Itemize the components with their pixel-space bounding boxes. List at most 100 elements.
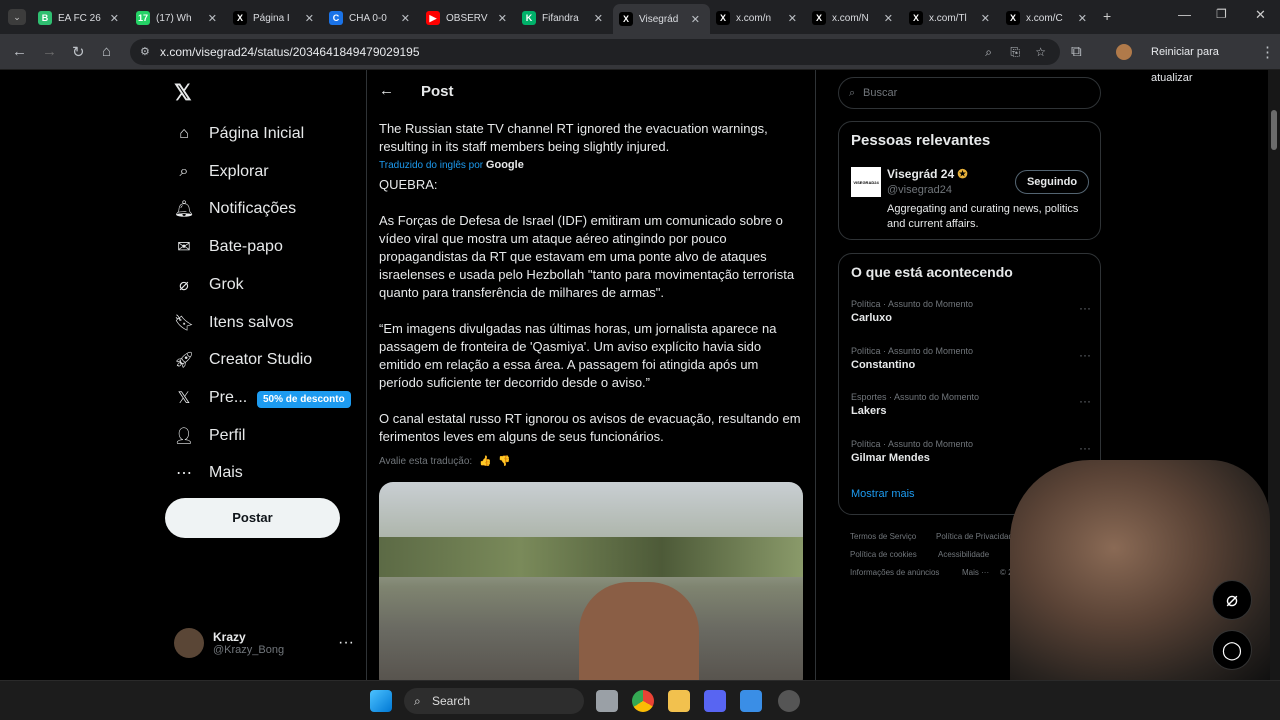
x-logo-icon: 𝕏 xyxy=(177,389,191,407)
video-reporter xyxy=(579,582,699,680)
following-button[interactable]: Seguindo xyxy=(1015,170,1089,194)
install-icon[interactable]: ⎘ xyxy=(1010,39,1020,65)
post-button[interactable]: Postar xyxy=(165,498,340,538)
tab-favicon-icon: 17 xyxy=(136,11,150,25)
sidebar-item-9[interactable]: ⋯ Mais xyxy=(174,463,243,483)
more-link[interactable]: Mais ··· xyxy=(962,568,989,577)
search-input[interactable]: ⌕ Buscar xyxy=(838,77,1101,109)
forward-button[interactable]: → xyxy=(42,43,57,60)
scrollbar-thumb[interactable] xyxy=(1271,110,1277,150)
tab-close-icon[interactable]: ✕ xyxy=(401,12,410,25)
tab-close-icon[interactable]: ✕ xyxy=(981,12,990,25)
start-icon[interactable] xyxy=(370,690,392,712)
tab[interactable]: Xx.com/C ✕ xyxy=(1000,4,1097,32)
sidebar-item-6[interactable]: 🚀︎ Creator Studio xyxy=(174,350,312,370)
tab-close-icon[interactable]: ✕ xyxy=(884,12,893,25)
file-explorer-icon[interactable] xyxy=(668,690,690,712)
account-switcher[interactable]: Krazy @Krazy_Bong ··· xyxy=(174,628,354,658)
home-button[interactable]: ⌂ xyxy=(102,43,111,60)
tab[interactable]: Xx.com/Tl ✕ xyxy=(903,4,1000,32)
tab[interactable]: X Página I ✕ xyxy=(227,4,324,32)
trend-item[interactable]: Esportes · Assunto do Momento Lakers ··· xyxy=(851,392,1091,417)
restart-to-update-button[interactable]: Reiniciar para atualizar xyxy=(1145,39,1257,84)
more-dots-icon[interactable]: ··· xyxy=(338,634,354,652)
tab-close-icon[interactable]: ✕ xyxy=(594,12,603,25)
tab-favicon-icon: X xyxy=(716,11,730,25)
trend-more-icon[interactable]: ··· xyxy=(1079,301,1091,315)
tab-search-button[interactable]: ⌄ xyxy=(8,9,26,25)
back-button[interactable]: ← xyxy=(12,43,27,60)
trend-more-icon[interactable]: ··· xyxy=(1079,441,1091,455)
sidebar-item-8[interactable]: 👤︎ Perfil xyxy=(174,426,246,446)
tab[interactable]: B EA FC 26 ✕ xyxy=(32,4,129,32)
chrome-icon[interactable] xyxy=(632,690,654,712)
restore-button[interactable]: ❐ xyxy=(1216,7,1227,21)
translation-credit[interactable]: Traduzido do inglês por Google xyxy=(379,159,524,171)
tab[interactable]: K Fifandra ✕ xyxy=(516,4,613,32)
avatar xyxy=(174,628,204,658)
close-window-button[interactable]: ✕ xyxy=(1255,7,1266,23)
tab[interactable]: ▶ OBSERV ✕ xyxy=(420,4,517,32)
chat-float-icon[interactable]: ◯ xyxy=(1212,630,1252,670)
sidebar-item-7[interactable]: 𝕏 Pre... xyxy=(174,388,248,408)
mail-icon: ✉ xyxy=(177,239,191,257)
post-video[interactable] xyxy=(379,482,803,680)
new-tab-button[interactable]: + xyxy=(1103,8,1111,24)
sidebar-item-2[interactable]: 🔔︎ Notificações xyxy=(174,199,296,219)
bookmark-star-icon[interactable]: ☆ xyxy=(1035,39,1046,65)
sidebar-item-3[interactable]: ✉ Bate-papo xyxy=(174,237,283,257)
task-view-icon[interactable] xyxy=(596,690,618,712)
sidebar-item-5[interactable]: 🔖︎ Itens salvos xyxy=(174,313,294,333)
thumbs-up-icon[interactable]: 👍 xyxy=(479,456,491,467)
back-arrow-icon[interactable]: ← xyxy=(379,82,394,99)
tab[interactable]: C CHA 0-0 ✕ xyxy=(323,4,420,32)
person-name[interactable]: Visegrád 24 ✪ xyxy=(887,167,968,181)
browser-menu-icon[interactable]: ⋮ xyxy=(1260,43,1275,61)
profile-avatar[interactable] xyxy=(1116,44,1132,60)
accessibility-link[interactable]: Acessibilidade xyxy=(938,550,989,559)
cookies-link[interactable]: Política de cookies xyxy=(850,550,917,559)
tab-close-icon[interactable]: ✕ xyxy=(788,12,797,25)
extensions-icon[interactable]: ⧉ xyxy=(1071,43,1082,60)
terms-link[interactable]: Termos de Serviço xyxy=(850,532,916,541)
tab-favicon-icon: ▶ xyxy=(426,11,440,25)
privacy-link[interactable]: Política de Privacidade xyxy=(936,532,1017,541)
tab-close-icon[interactable]: ✕ xyxy=(498,12,507,25)
person-avatar[interactable]: VISEGRAD24 xyxy=(851,167,881,197)
premium-discount-badge[interactable]: 50% de desconto xyxy=(257,391,351,408)
trend-item[interactable]: Política · Assunto do Momento Constantino… xyxy=(851,346,1091,371)
trend-more-icon[interactable]: ··· xyxy=(1079,348,1091,362)
tab[interactable]: 17 (17) Wh ✕ xyxy=(130,4,227,32)
address-toolbar: ← → ↻ ⌂ ⚙ x.com/visegrad24/status/203464… xyxy=(0,34,1280,84)
tab[interactable]: Xx.com/N ✕ xyxy=(806,4,903,32)
trend-more-icon[interactable]: ··· xyxy=(1079,394,1091,408)
sidebar-item-4[interactable]: ⌀ Grok xyxy=(174,275,244,295)
site-info-icon[interactable]: ⚙ xyxy=(140,39,150,65)
tab-close-icon[interactable]: ✕ xyxy=(1078,12,1087,25)
x-logo-icon[interactable]: 𝕏 xyxy=(174,80,192,106)
discord-icon[interactable] xyxy=(704,690,726,712)
tab-close-icon[interactable]: ✕ xyxy=(691,13,700,26)
grok-float-icon[interactable]: ⌀ xyxy=(1212,580,1252,620)
thumbs-down-icon[interactable]: 👎 xyxy=(498,456,510,467)
sidebar-item-0[interactable]: ⌂ Página Inicial xyxy=(174,124,304,144)
tab[interactable]: X Visegrád ✕ xyxy=(613,4,710,34)
photos-icon[interactable] xyxy=(740,690,762,712)
show-more-link[interactable]: Mostrar mais xyxy=(851,488,915,500)
tab-label: x.com/C xyxy=(1026,12,1063,24)
minimize-button[interactable]: — xyxy=(1178,7,1191,22)
taskbar-search[interactable]: ⌕ Search xyxy=(404,688,584,714)
tab-close-icon[interactable]: ✕ xyxy=(208,12,217,25)
zoom-icon[interactable]: ⌕ xyxy=(985,39,992,65)
tab-close-icon[interactable]: ✕ xyxy=(305,12,314,25)
user-handle: @Krazy_Bong xyxy=(213,644,285,656)
trend-item[interactable]: Política · Assunto do Momento Gilmar Mend… xyxy=(851,439,1091,464)
app-icon[interactable] xyxy=(778,690,800,712)
tab-close-icon[interactable]: ✕ xyxy=(110,12,119,25)
tab[interactable]: Xx.com/n ✕ xyxy=(710,4,807,32)
url-bar[interactable]: ⚙ x.com/visegrad24/status/20346418494790… xyxy=(130,39,1060,65)
reload-button[interactable]: ↻ xyxy=(72,43,85,61)
trend-item[interactable]: Política · Assunto do Momento Carluxo ··· xyxy=(851,299,1091,324)
sidebar-item-1[interactable]: ⌕ Explorar xyxy=(174,162,269,182)
ads-info-link[interactable]: Informações de anúncios xyxy=(850,568,939,577)
